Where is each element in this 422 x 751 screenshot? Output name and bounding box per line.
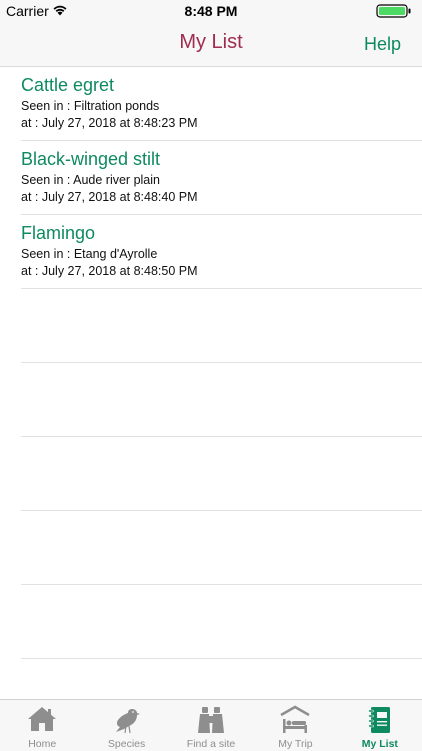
tab-my-list[interactable]: My List — [338, 700, 422, 751]
tab-label: Home — [28, 738, 57, 750]
list-item[interactable]: Flamingo Seen in : Etang d'Ayrolle at : … — [21, 215, 422, 289]
tab-label: My Trip — [278, 738, 313, 750]
page-title: My List — [179, 31, 243, 53]
tab-label: Species — [107, 738, 146, 750]
empty-row — [21, 289, 422, 363]
tab-home[interactable]: Home — [0, 700, 84, 751]
seen-timestamp: at : July 27, 2018 at 8:48:40 PM — [21, 190, 198, 204]
seen-location: Seen in : Filtration ponds — [21, 99, 160, 113]
seen-timestamp: at : July 27, 2018 at 8:48:50 PM — [21, 264, 198, 278]
species-name: Flamingo — [21, 223, 96, 243]
navigation-bar: My List Help — [0, 22, 422, 67]
bed-icon — [280, 705, 311, 733]
notebook-icon — [368, 707, 390, 733]
status-bar: Carrier 8:48 PM — [0, 0, 422, 22]
help-button[interactable]: Help — [364, 34, 401, 55]
binoculars-icon — [198, 707, 225, 733]
tab-bar: Home Species Find a site My Trip My List — [0, 699, 422, 751]
battery-icon — [376, 4, 411, 18]
status-time: 8:48 PM — [184, 3, 238, 19]
tab-species[interactable]: Species — [84, 700, 168, 751]
tab-label: Find a site — [186, 738, 236, 750]
empty-row — [21, 585, 422, 659]
tab-my-trip[interactable]: My Trip — [253, 700, 337, 751]
list-item[interactable]: Cattle egret Seen in : Filtration ponds … — [21, 67, 422, 141]
tab-find-a-site[interactable]: Find a site — [169, 700, 253, 751]
seen-timestamp: at : July 27, 2018 at 8:48:23 PM — [21, 116, 198, 130]
sightings-list: Cattle egret Seen in : Filtration ponds … — [0, 67, 422, 659]
list-item[interactable]: Black-winged stilt Seen in : Aude river … — [21, 141, 422, 215]
seen-location: Seen in : Aude river plain — [21, 173, 160, 187]
tab-label: My List — [361, 738, 398, 750]
empty-row — [21, 511, 422, 585]
seen-location: Seen in : Etang d'Ayrolle — [21, 247, 158, 261]
empty-row — [21, 363, 422, 437]
species-name: Black-winged stilt — [21, 149, 161, 169]
home-icon — [28, 707, 57, 731]
bird-icon — [115, 709, 140, 734]
species-name: Cattle egret — [21, 75, 115, 95]
empty-row — [21, 437, 422, 511]
